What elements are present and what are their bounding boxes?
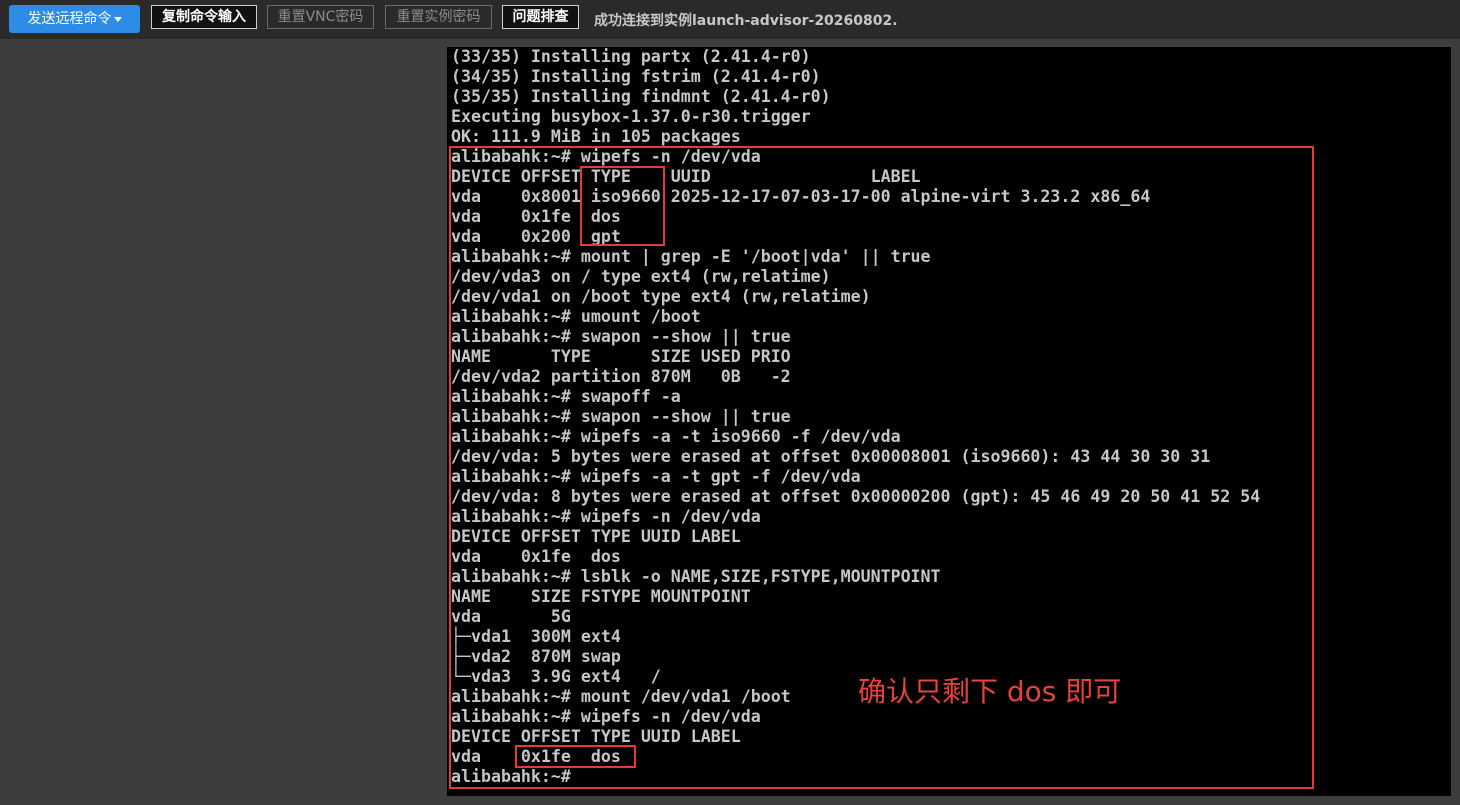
send-remote-command-label: 发送远程命令 xyxy=(27,11,112,27)
terminal-line: OK: 111.9 MiB in 105 packages xyxy=(451,127,741,146)
copy-command-input-button[interactable]: 复制命令输入 xyxy=(151,5,257,29)
terminal-line: (33/35) Installing partx (2.41.4-r0) xyxy=(451,47,811,66)
terminal-output: (33/35) Installing partx (2.41.4-r0) (34/… xyxy=(451,47,1260,787)
terminal-line: ├─vda1 300M ext4 xyxy=(451,627,621,646)
terminal-line: ├─vda2 870M swap xyxy=(451,647,621,666)
terminal-line: vda 0x8001 iso9660 2025-12-17-07-03-17-0… xyxy=(451,187,1151,206)
terminal-line: alibabahk:~# wipefs -n /dev/vda xyxy=(451,147,761,166)
terminal-line: alibabahk:~# wipefs -a -t gpt -f /dev/vd… xyxy=(451,467,861,486)
terminal-line: alibabahk:~# lsblk -o NAME,SIZE,FSTYPE,M… xyxy=(451,567,941,586)
terminal-line: NAME SIZE FSTYPE MOUNTPOINT xyxy=(451,587,751,606)
terminal-line: alibabahk:~# swapoff -a xyxy=(451,387,681,406)
connection-status-text: 成功连接到实例launch-advisor-20260802. xyxy=(594,13,898,29)
reset-vnc-password-button[interactable]: 重置VNC密码 xyxy=(267,5,374,29)
terminal-line: DEVICE OFFSET TYPE UUID LABEL xyxy=(451,727,741,746)
terminal-line: alibabahk:~# wipefs -n /dev/vda xyxy=(451,707,761,726)
terminal-line: (35/35) Installing findmnt (2.41.4-r0) xyxy=(451,87,831,106)
terminal-line: vda 0x1fe dos xyxy=(451,547,621,566)
terminal-line: NAME TYPE SIZE USED PRIO xyxy=(451,347,791,366)
toolbar: 发送远程命令 复制命令输入 重置VNC密码 重置实例密码 问题排查 成功连接到实… xyxy=(0,0,1460,39)
terminal-line: └─vda3 3.9G ext4 / xyxy=(451,667,661,686)
terminal-line: DEVICE OFFSET TYPE UUID LABEL xyxy=(451,527,741,546)
terminal-line: vda 0x1fe dos xyxy=(451,207,621,226)
troubleshoot-button[interactable]: 问题排查 xyxy=(502,5,579,29)
terminal-line: vda 0x1fe dos xyxy=(451,747,621,766)
chevron-down-icon xyxy=(113,16,122,22)
terminal-line: /dev/vda: 8 bytes were erased at offset … xyxy=(451,487,1261,506)
terminal-line: alibabahk:~# swapon --show || true xyxy=(451,407,791,426)
terminal-line: Executing busybox-1.37.0-r30.trigger xyxy=(451,107,811,126)
annotation-text: 确认只剩下 dos 即可 xyxy=(858,675,1122,708)
send-remote-command-button[interactable]: 发送远程命令 xyxy=(9,5,140,33)
terminal-line: alibabahk:~# wipefs -n /dev/vda xyxy=(451,507,761,526)
terminal-line: /dev/vda2 partition 870M 0B -2 xyxy=(451,367,791,386)
terminal-line: alibabahk:~# wipefs -a -t iso9660 -f /de… xyxy=(451,427,901,446)
terminal-line: DEVICE OFFSET TYPE UUID LABEL xyxy=(451,167,921,186)
terminal-line: vda 5G xyxy=(451,607,571,626)
terminal-line: vda 0x200 gpt xyxy=(451,227,621,246)
terminal-line: alibabahk:~# swapon --show || true xyxy=(451,327,791,346)
terminal-line: alibabahk:~# mount | grep -E '/boot|vda'… xyxy=(451,247,931,266)
terminal-line: /dev/vda1 on /boot type ext4 (rw,relatim… xyxy=(451,287,871,306)
terminal-line: /dev/vda3 on / type ext4 (rw,relatime) xyxy=(451,267,831,286)
terminal-line: (34/35) Installing fstrim (2.41.4-r0) xyxy=(451,67,821,86)
terminal-line: alibabahk:~# umount /boot xyxy=(451,307,701,326)
terminal-line: alibabahk:~# xyxy=(451,767,571,786)
reset-instance-password-button[interactable]: 重置实例密码 xyxy=(385,5,492,29)
terminal-line: /dev/vda: 5 bytes were erased at offset … xyxy=(451,447,1211,466)
terminal-line: alibabahk:~# mount /dev/vda1 /boot xyxy=(451,687,791,706)
